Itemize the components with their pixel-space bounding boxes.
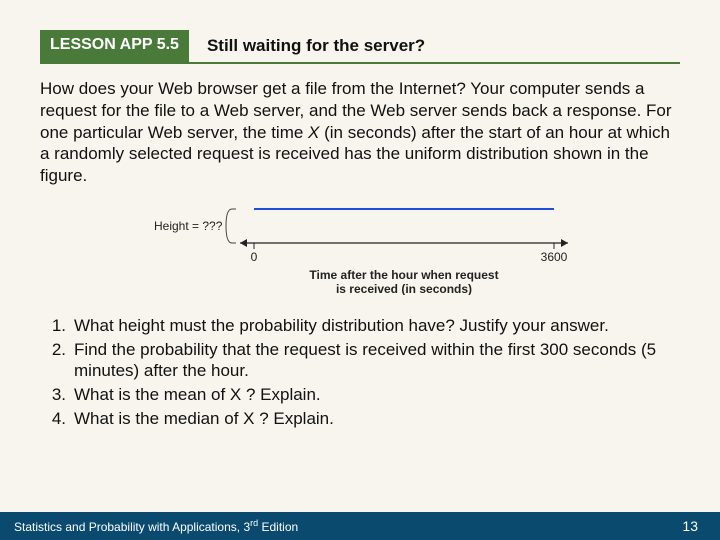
svg-text:is received (in seconds): is received (in seconds): [336, 282, 472, 295]
slide-footer: Statistics and Probability with Applicat…: [0, 512, 720, 540]
question-list: 1. What height must the probability dist…: [40, 315, 680, 430]
question-text: Find the probability that the request is…: [74, 339, 680, 383]
footer-text: Statistics and Probability with Applicat…: [14, 518, 298, 534]
list-item: 1. What height must the probability dist…: [40, 315, 680, 337]
question-number: 1.: [40, 315, 74, 337]
list-item: 4. What is the median of X ? Explain.: [40, 408, 680, 430]
question-text: What height must the probability distrib…: [74, 315, 680, 337]
body-paragraph: How does your Web browser get a file fro…: [40, 78, 680, 187]
svg-text:0: 0: [251, 250, 258, 264]
svg-text:3600: 3600: [541, 250, 568, 264]
question-number: 2.: [40, 339, 74, 383]
page-number: 13: [682, 518, 698, 534]
footer-sup: rd: [250, 518, 258, 528]
lesson-badge: LESSON APP 5.5: [40, 30, 189, 62]
question-text: What is the mean of X ? Explain.: [74, 384, 680, 406]
footer-text-b: Edition: [258, 520, 298, 534]
svg-text:Time after the hour when reque: Time after the hour when request: [309, 268, 498, 282]
svg-text:Height = ???: Height = ???: [154, 219, 223, 233]
lesson-title: Still waiting for the server?: [189, 30, 425, 62]
uniform-distribution-figure: Height = ??? 0 3600 Time after the hour whe…: [150, 195, 570, 295]
footer-text-a: Statistics and Probability with Applicat…: [14, 520, 250, 534]
question-text: What is the median of X ? Explain.: [74, 408, 680, 430]
list-item: 3. What is the mean of X ? Explain.: [40, 384, 680, 406]
lesson-header: LESSON APP 5.5 Still waiting for the ser…: [40, 30, 680, 64]
question-number: 4.: [40, 408, 74, 430]
list-item: 2. Find the probability that the request…: [40, 339, 680, 383]
variable-x: X: [308, 123, 319, 142]
figure-container: Height = ??? 0 3600 Time after the hour whe…: [40, 195, 680, 295]
question-number: 3.: [40, 384, 74, 406]
